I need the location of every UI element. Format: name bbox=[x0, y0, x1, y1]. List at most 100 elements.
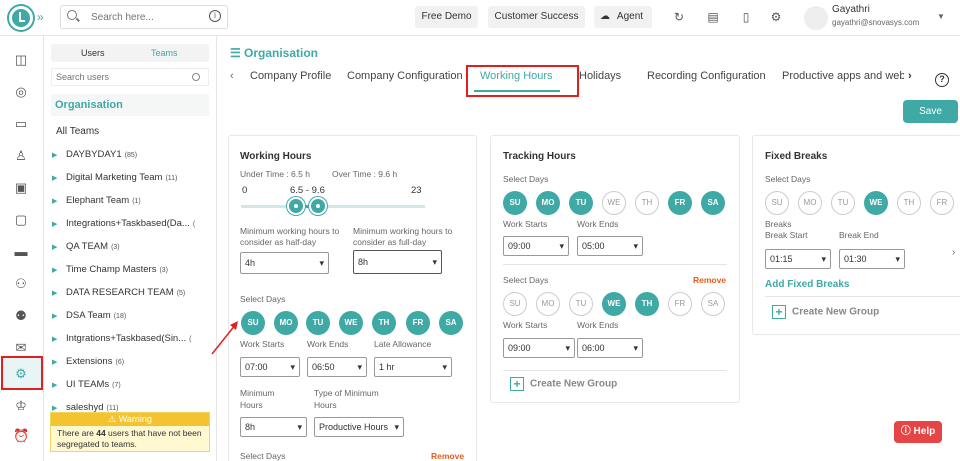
person-icon[interactable]: ♙ bbox=[13, 148, 29, 164]
expand-icon[interactable]: ▶ bbox=[52, 197, 66, 205]
user-settings-icon[interactable]: ♔ bbox=[13, 398, 29, 414]
agent-button[interactable]: ☁ Agent bbox=[594, 6, 652, 28]
tab-company-configuration[interactable]: Company Configuration bbox=[347, 70, 463, 82]
alarm-icon[interactable]: ⏰ bbox=[13, 428, 29, 444]
expand-sidebar-icon[interactable]: » bbox=[37, 10, 44, 24]
day-fr[interactable]: FR bbox=[668, 292, 692, 316]
work-starts-select[interactable]: 07:00 bbox=[240, 357, 300, 377]
expand-icon[interactable]: ▶ bbox=[52, 358, 66, 366]
expand-icon[interactable]: ▶ bbox=[52, 289, 66, 297]
slider-low-handle[interactable] bbox=[287, 197, 305, 215]
document-icon[interactable]: ▯ bbox=[739, 10, 753, 24]
list-item[interactable]: ▶ Extensions (6) bbox=[52, 356, 212, 367]
day-tu[interactable]: TU bbox=[569, 191, 593, 215]
list-item[interactable]: ▶ DAYBYDAY1 (85) bbox=[52, 149, 212, 160]
add-fixed-breaks-link[interactable]: Add Fixed Breaks bbox=[765, 279, 849, 290]
work-ends-select[interactable]: 06:50 bbox=[307, 357, 367, 377]
scroll-right-icon[interactable]: › bbox=[952, 247, 955, 258]
day-we[interactable]: WE bbox=[602, 292, 626, 316]
tracking-g1-start-select[interactable]: 09:00 bbox=[503, 236, 569, 256]
tabs-next-icon[interactable]: › bbox=[908, 70, 912, 82]
list-item[interactable]: ▶ Digital Marketing Team (11) bbox=[52, 172, 212, 183]
app-logo-icon[interactable] bbox=[9, 6, 33, 30]
tracking-remove-link[interactable]: Remove bbox=[693, 275, 726, 285]
save-button[interactable]: Save bbox=[903, 100, 958, 123]
day-tu[interactable]: TU bbox=[306, 311, 330, 335]
day-sa[interactable]: SA bbox=[701, 191, 725, 215]
day-mo[interactable]: MO bbox=[536, 191, 560, 215]
dashboard-icon[interactable]: ◫ bbox=[13, 52, 29, 68]
day-fr[interactable]: FR bbox=[406, 311, 430, 335]
global-search[interactable]: i bbox=[60, 5, 228, 29]
users-icon[interactable]: ⚇ bbox=[13, 276, 29, 292]
expand-icon[interactable]: ▶ bbox=[52, 220, 66, 228]
list-item[interactable]: ▶ Time Champ Masters (3) bbox=[52, 264, 212, 275]
day-tu[interactable]: TU bbox=[569, 292, 593, 316]
expand-icon[interactable]: ▶ bbox=[52, 266, 66, 274]
list-item[interactable]: ▶ Integrations+Taskbased(Da...( bbox=[52, 218, 212, 229]
users-search-input[interactable] bbox=[56, 72, 176, 82]
tracking-g2-end-select[interactable]: 06:00 bbox=[577, 338, 643, 358]
list-item[interactable]: ▶ Intgrations+Taskbased(Sin...( bbox=[52, 333, 212, 344]
day-mo[interactable]: MO bbox=[536, 292, 560, 316]
day-su[interactable]: SU bbox=[503, 292, 527, 316]
day-we[interactable]: WE bbox=[864, 191, 888, 215]
day-th[interactable]: TH bbox=[372, 311, 396, 335]
store-icon[interactable]: ▤ bbox=[706, 10, 720, 24]
half-day-select[interactable]: 4h bbox=[240, 252, 329, 274]
day-mo[interactable]: MO bbox=[798, 191, 822, 215]
expand-icon[interactable]: ▶ bbox=[52, 335, 66, 343]
mail-icon[interactable]: ✉ bbox=[13, 340, 29, 356]
expand-icon[interactable]: ▶ bbox=[52, 174, 66, 182]
remove-link[interactable]: Remove bbox=[431, 451, 464, 461]
global-search-input[interactable] bbox=[91, 9, 201, 25]
fixed-create-group-button[interactable]: + Create New Group bbox=[772, 305, 879, 319]
chevron-down-icon[interactable]: ▼ bbox=[937, 12, 945, 21]
help-button[interactable]: ⓘ Help bbox=[894, 421, 942, 443]
expand-icon[interactable]: ▶ bbox=[52, 381, 66, 389]
tab-productive-apps[interactable]: Productive apps and web bbox=[782, 70, 904, 82]
day-th[interactable]: TH bbox=[635, 191, 659, 215]
tab-teams[interactable]: Teams bbox=[151, 48, 178, 58]
settings-gear-icon[interactable]: ⚙ bbox=[769, 10, 783, 24]
min-hours-select[interactable]: 8h bbox=[240, 417, 307, 437]
tracking-g1-end-select[interactable]: 05:00 bbox=[577, 236, 643, 256]
day-fr[interactable]: FR bbox=[930, 191, 954, 215]
all-teams[interactable]: All Teams bbox=[56, 126, 99, 137]
day-sa[interactable]: SA bbox=[701, 292, 725, 316]
help-question-icon[interactable]: ? bbox=[935, 73, 949, 87]
list-item[interactable]: ▶ UI TEAMs (7) bbox=[52, 379, 212, 390]
day-th[interactable]: TH bbox=[897, 191, 921, 215]
tracking-g2-start-select[interactable]: 09:00 bbox=[503, 338, 575, 358]
full-day-select[interactable]: 8h bbox=[353, 250, 442, 274]
list-item[interactable]: ▶ DSA Team (18) bbox=[52, 310, 212, 321]
list-item[interactable]: ▶ QA TEAM (3) bbox=[52, 241, 212, 252]
expand-icon[interactable]: ▶ bbox=[52, 404, 66, 412]
tab-recording-configuration[interactable]: Recording Configuration bbox=[647, 70, 766, 82]
day-we[interactable]: WE bbox=[339, 311, 363, 335]
day-su[interactable]: SU bbox=[503, 191, 527, 215]
briefcase-icon[interactable]: ▣ bbox=[13, 180, 29, 196]
tab-holidays[interactable]: Holidays bbox=[579, 70, 621, 82]
customer-success-button[interactable]: Customer Success bbox=[488, 6, 585, 28]
tab-company-profile[interactable]: Company Profile bbox=[250, 70, 331, 82]
monitor-icon[interactable]: ▢ bbox=[13, 212, 29, 228]
card-icon[interactable]: ▬ bbox=[13, 244, 29, 260]
day-su[interactable]: SU bbox=[241, 311, 265, 335]
tracking-create-group-button[interactable]: + Create New Group bbox=[510, 377, 617, 391]
info-icon[interactable]: i bbox=[209, 10, 221, 22]
free-demo-button[interactable]: Free Demo bbox=[415, 6, 478, 28]
avatar[interactable] bbox=[804, 6, 828, 30]
break-end-select[interactable]: 01:30 bbox=[839, 249, 905, 269]
expand-icon[interactable]: ▶ bbox=[52, 312, 66, 320]
day-fr[interactable]: FR bbox=[668, 191, 692, 215]
late-allowance-select[interactable]: 1 hr bbox=[374, 357, 452, 377]
day-th[interactable]: TH bbox=[635, 292, 659, 316]
day-mo[interactable]: MO bbox=[274, 311, 298, 335]
day-tu[interactable]: TU bbox=[831, 191, 855, 215]
break-start-select[interactable]: 01:15 bbox=[765, 249, 831, 269]
type-min-hours-select[interactable]: Productive Hours bbox=[314, 417, 404, 437]
day-we[interactable]: WE bbox=[602, 191, 626, 215]
refresh-icon[interactable]: ↻ bbox=[672, 10, 686, 24]
expand-icon[interactable]: ▶ bbox=[52, 243, 66, 251]
